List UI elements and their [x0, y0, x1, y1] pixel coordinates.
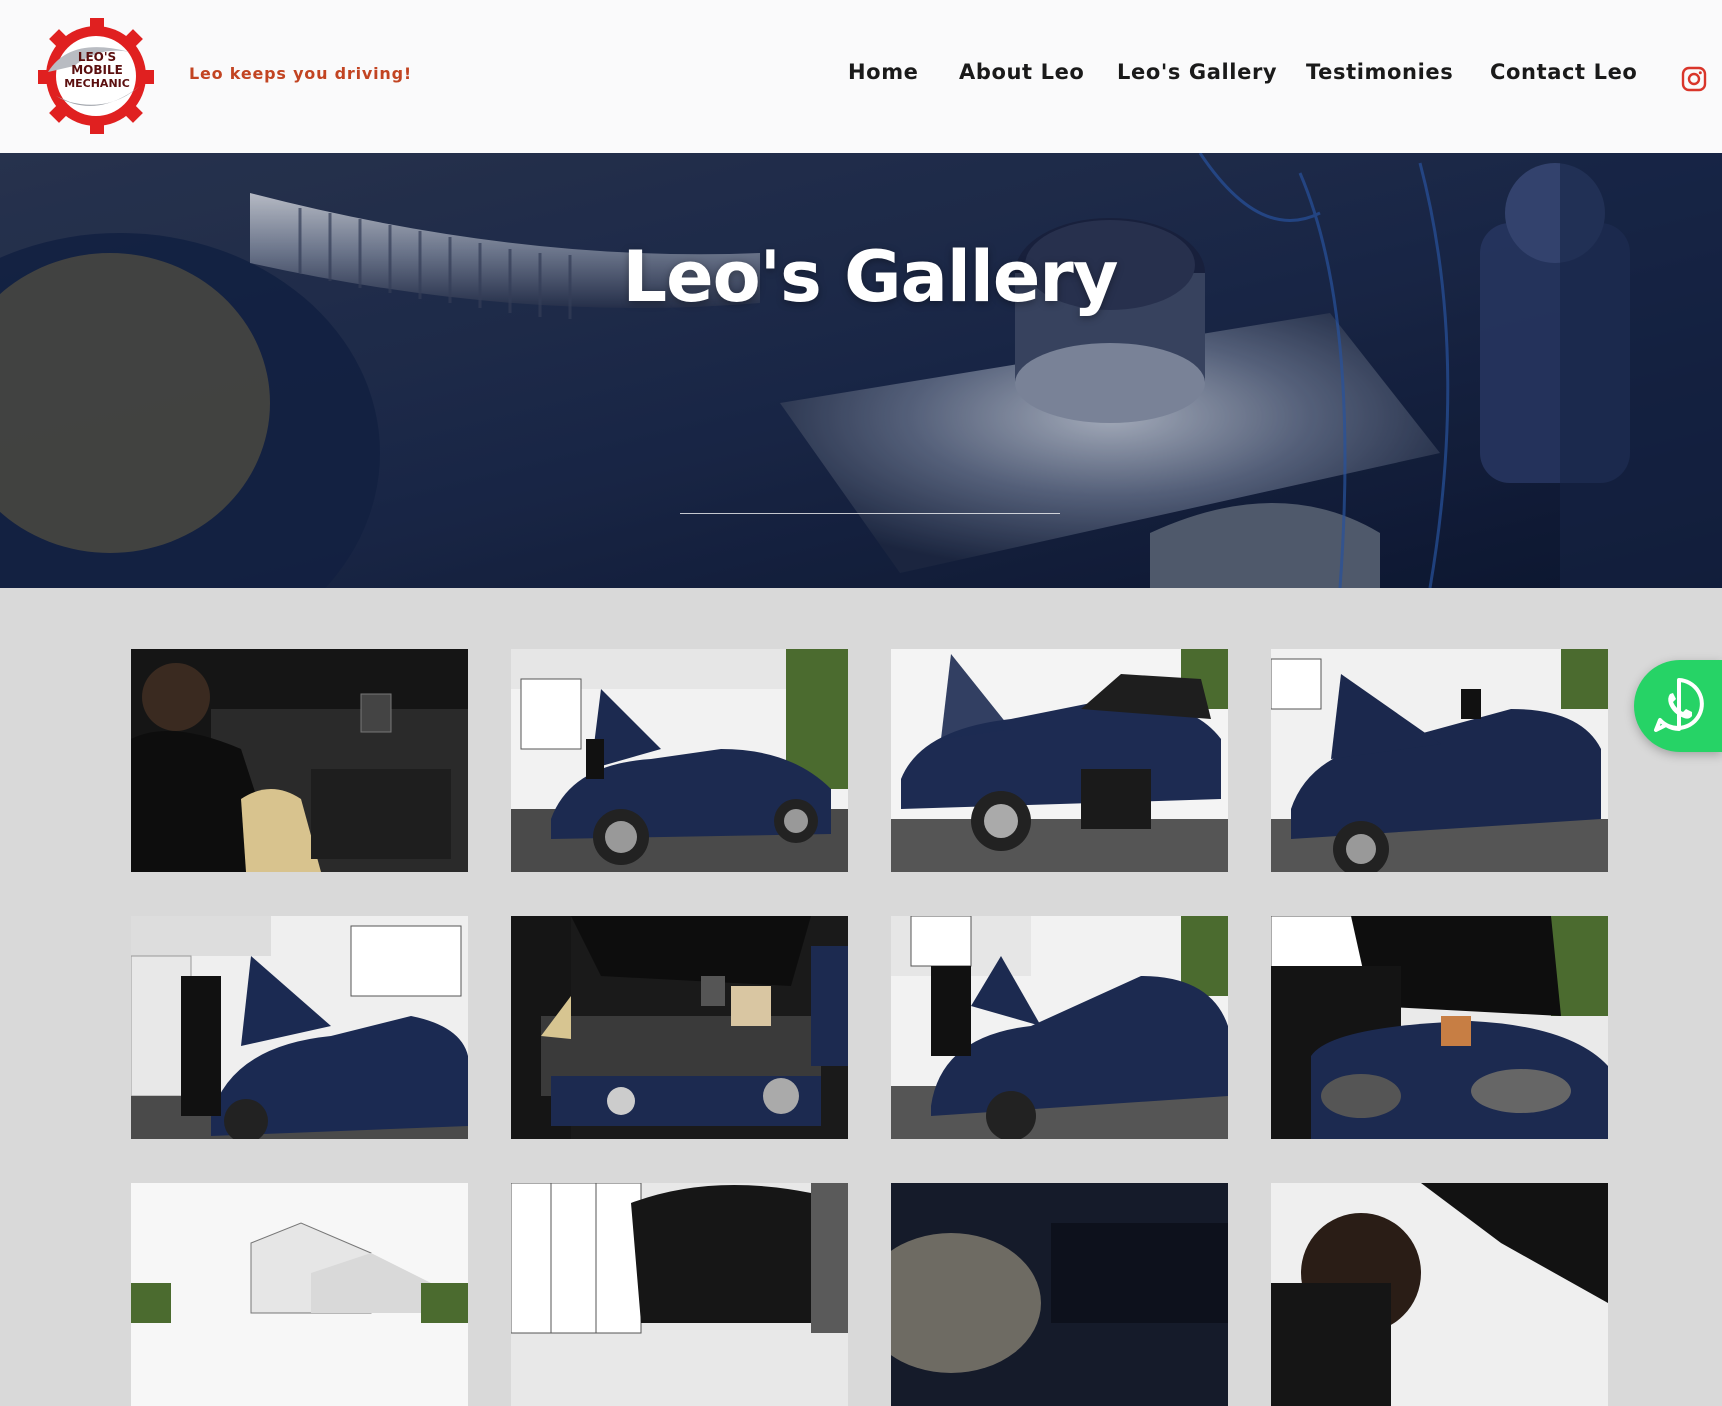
whatsapp-icon: [1654, 678, 1704, 732]
page-title: Leo's Gallery: [622, 236, 1119, 318]
engine-photo: [0, 153, 1722, 588]
site-header: LEO'S MOBILE MECHANIC Leo keeps you driv…: [0, 0, 1722, 153]
nav-home[interactable]: Home: [848, 60, 919, 84]
title-underline: [680, 513, 1060, 514]
gallery-photo-7[interactable]: [891, 916, 1228, 1139]
gallery-photo-3[interactable]: [891, 649, 1228, 872]
instagram-icon[interactable]: [1681, 66, 1707, 92]
gallery-photo-1[interactable]: [131, 649, 468, 872]
whatsapp-button[interactable]: [1634, 660, 1722, 752]
gallery-photo-2[interactable]: [511, 649, 848, 872]
hero-banner: Leo's Gallery: [0, 153, 1722, 588]
nav-contact-leo[interactable]: Contact Leo: [1490, 60, 1637, 84]
photo-gallery: [0, 588, 1722, 1406]
gallery-photo-8[interactable]: [1271, 916, 1608, 1139]
nav-testimonies[interactable]: Testimonies: [1306, 60, 1453, 84]
gallery-photo-5[interactable]: [131, 916, 468, 1139]
gallery-photo-9[interactable]: [131, 1183, 468, 1406]
nav-about-leo[interactable]: About Leo: [959, 60, 1084, 84]
gallery-photo-6[interactable]: [511, 916, 848, 1139]
nav-leos-gallery[interactable]: Leo's Gallery: [1117, 60, 1277, 84]
gallery-photo-10[interactable]: [511, 1183, 848, 1406]
gallery-photo-11[interactable]: [891, 1183, 1228, 1406]
main-nav: Home About Leo Leo's Gallery Testimonies…: [0, 60, 1722, 90]
gallery-photo-12[interactable]: [1271, 1183, 1608, 1406]
gallery-photo-4[interactable]: [1271, 649, 1608, 872]
